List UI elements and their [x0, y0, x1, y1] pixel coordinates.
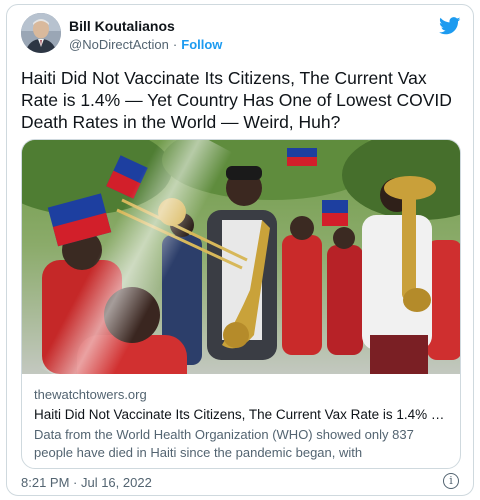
tweet-timestamp[interactable]: 8:21 PM · Jul 16, 2022: [21, 475, 152, 490]
card-body: thewatchtowers.org Haiti Did Not Vaccina…: [34, 386, 452, 462]
author-meta: @NoDirectAction · Follow: [69, 37, 222, 52]
avatar[interactable]: [21, 13, 61, 53]
card-title[interactable]: Haiti Did Not Vaccinate Its Citizens, Th…: [34, 406, 452, 424]
avatar-image: [21, 13, 61, 53]
follow-button[interactable]: Follow: [181, 37, 222, 52]
tweet-text: Haiti Did Not Vaccinate Its Citizens, Th…: [21, 68, 452, 132]
link-card[interactable]: thewatchtowers.org Haiti Did Not Vaccina…: [21, 139, 461, 469]
separator-dot: ·: [172, 37, 178, 52]
card-image: [22, 140, 460, 374]
author-name[interactable]: Bill Koutalianos: [69, 18, 175, 34]
card-description: Data from the World Health Organization …: [34, 427, 414, 460]
twitter-bird-icon[interactable]: [439, 17, 461, 35]
card-domain: thewatchtowers.org: [34, 387, 147, 402]
author-handle[interactable]: @NoDirectAction: [69, 37, 169, 52]
tweet-card: Bill Koutalianos @NoDirectAction · Follow …: [6, 4, 474, 496]
info-icon[interactable]: i: [443, 473, 459, 489]
